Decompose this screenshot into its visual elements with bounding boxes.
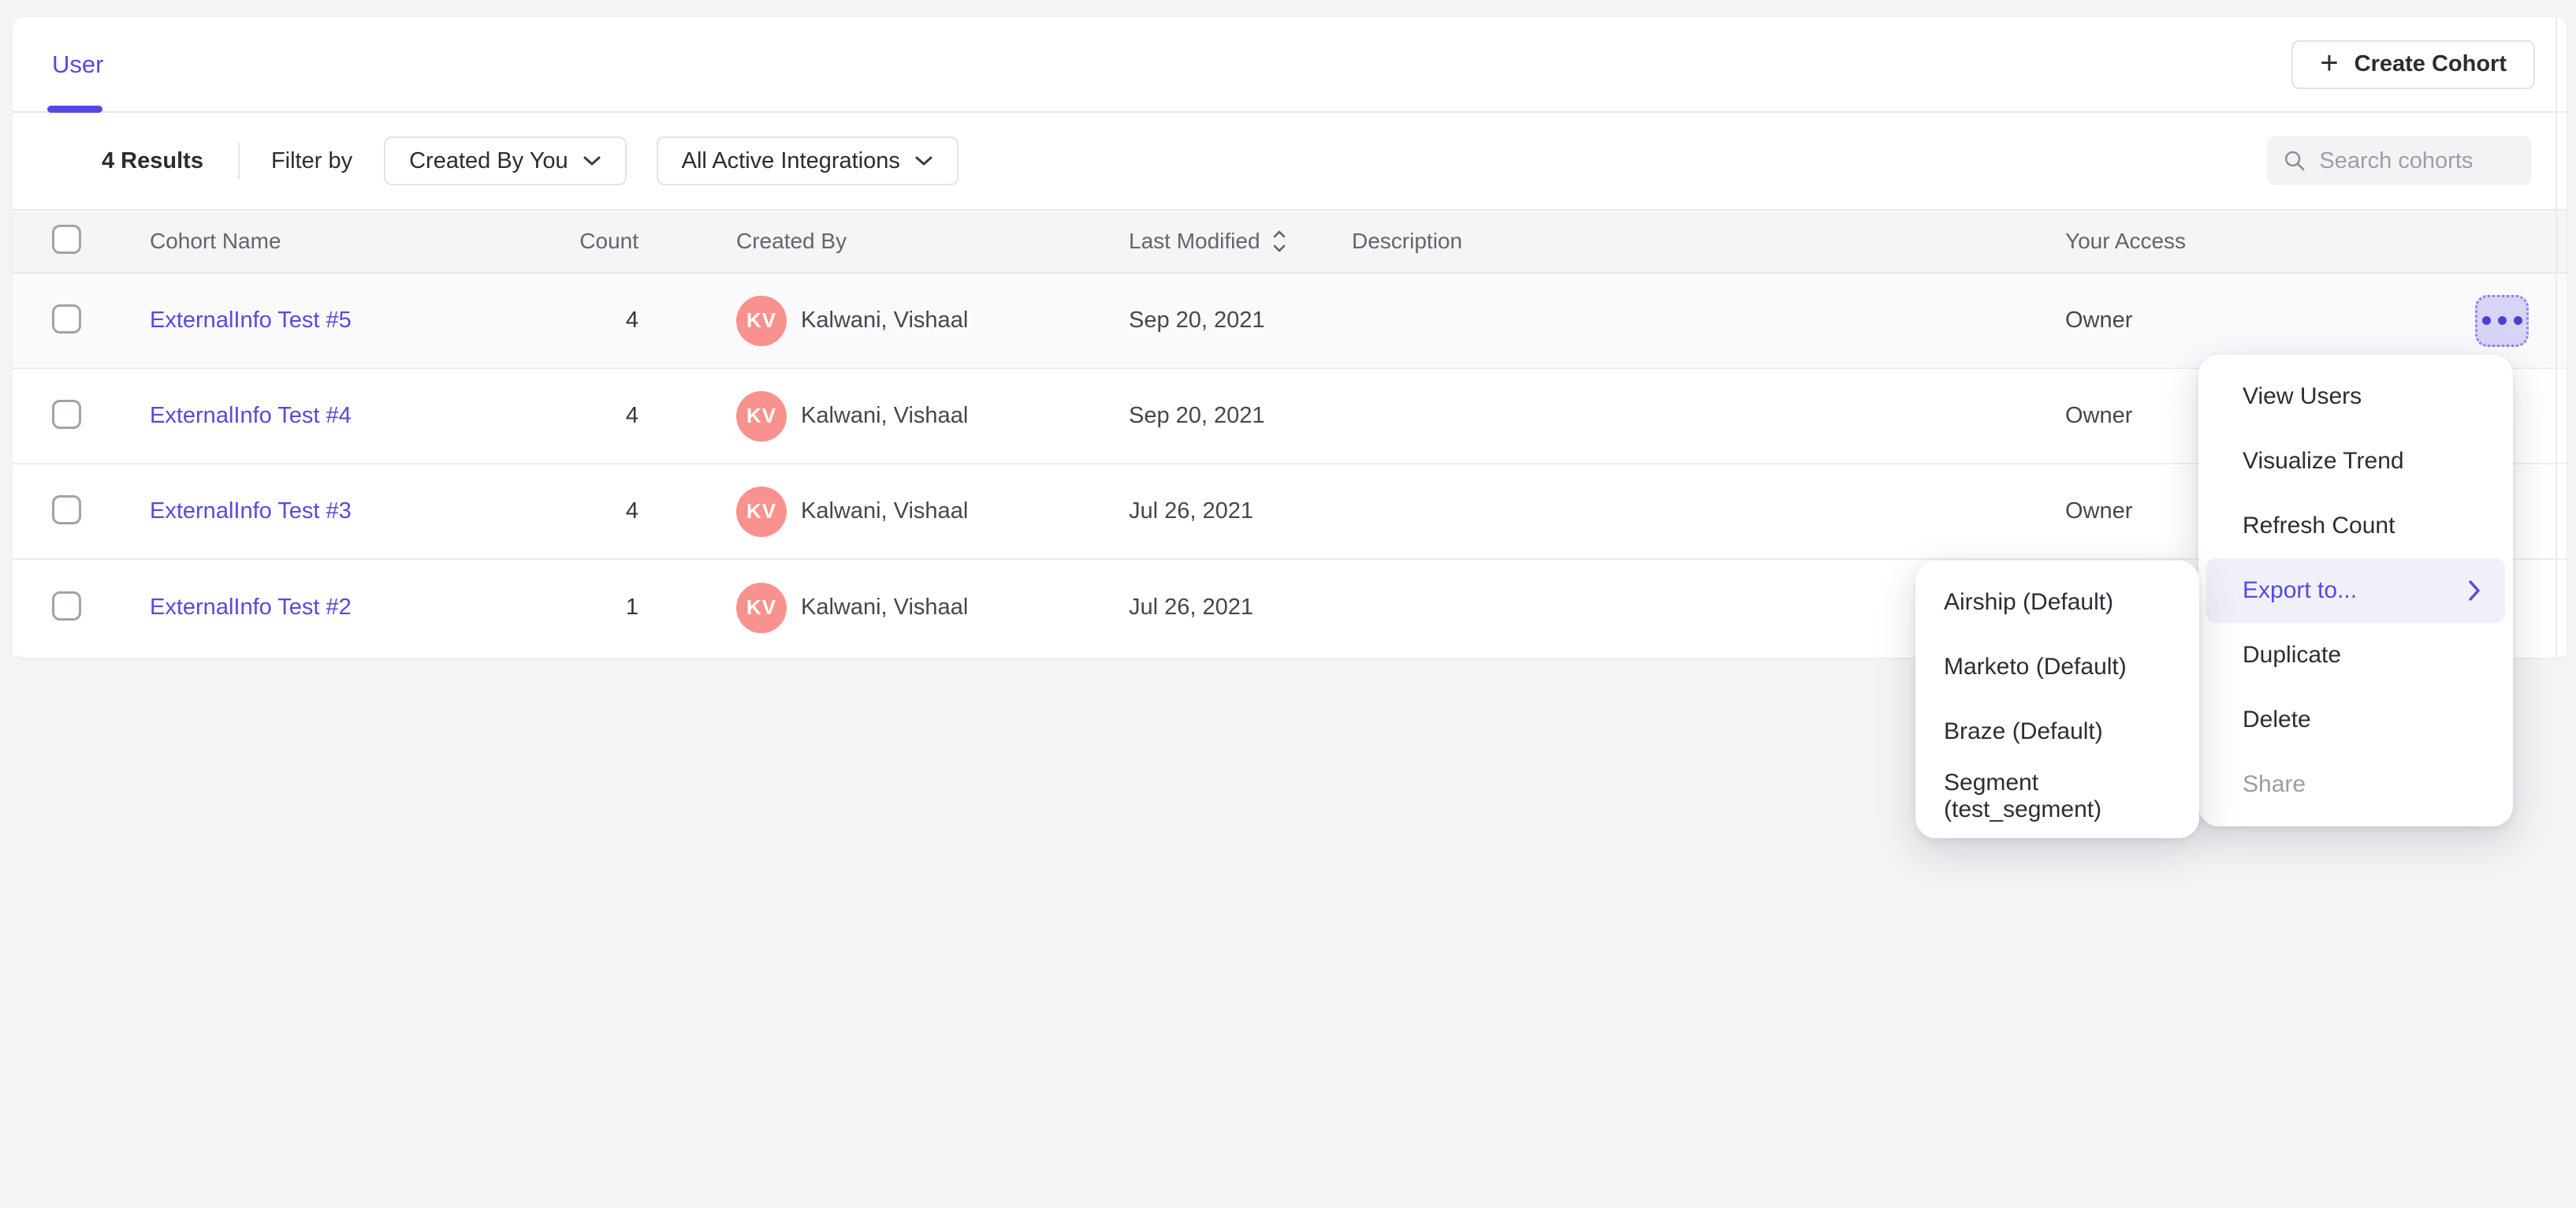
table-row: ExternalInfo Test #4 4 KV Kalwani, Visha… bbox=[13, 369, 2567, 464]
toolbar-divider bbox=[238, 143, 240, 179]
menu-item-refresh-count[interactable]: Refresh Count bbox=[2198, 494, 2513, 558]
filter-toolbar: 4 Results Filter by Created By You All A… bbox=[13, 113, 2567, 209]
column-header-description: Description bbox=[1352, 229, 2065, 254]
created-by-name: Kalwani, Vishaal bbox=[801, 403, 968, 429]
select-all-checkbox[interactable] bbox=[52, 225, 81, 254]
last-modified-date: Sep 20, 2021 bbox=[1129, 403, 1352, 429]
tab-bar: User + Create Cohort bbox=[13, 17, 2567, 113]
row-checkbox[interactable] bbox=[52, 495, 81, 524]
filter-by-label: Filter by bbox=[271, 148, 352, 174]
menu-item-view-users[interactable]: View Users bbox=[2198, 364, 2513, 429]
table-row: ExternalInfo Test #3 4 KV Kalwani, Visha… bbox=[13, 464, 2567, 560]
cohort-name-link[interactable]: ExternalInfo Test #2 bbox=[150, 595, 352, 620]
column-header-created-by: Created By bbox=[736, 229, 1129, 254]
access-level: Owner bbox=[2065, 308, 2466, 334]
submenu-item-airship[interactable]: Airship (Default) bbox=[1915, 570, 2199, 635]
column-header-your-access: Your Access bbox=[2065, 229, 2466, 254]
menu-item-share: Share bbox=[2198, 752, 2513, 817]
integrations-filter-label: All Active Integrations bbox=[682, 148, 900, 174]
column-header-cohort-name: Cohort Name bbox=[150, 229, 579, 254]
row-context-menu: View Users Visualize Trend Refresh Count… bbox=[2198, 355, 2513, 826]
cohort-count: 4 bbox=[579, 308, 736, 334]
integrations-filter-dropdown[interactable]: All Active Integrations bbox=[657, 136, 959, 185]
create-cohort-label: Create Cohort bbox=[2355, 51, 2507, 77]
cohort-name-link[interactable]: ExternalInfo Test #3 bbox=[150, 498, 352, 524]
tab-user-label: User bbox=[52, 50, 103, 79]
created-by-filter-dropdown[interactable]: Created By You bbox=[384, 136, 627, 185]
export-to-label: Export to... bbox=[2243, 577, 2357, 604]
created-by-name: Kalwani, Vishaal bbox=[801, 595, 968, 621]
chevron-right-icon bbox=[2467, 579, 2481, 602]
search-box[interactable] bbox=[2267, 136, 2532, 185]
submenu-item-marketo[interactable]: Marketo (Default) bbox=[1915, 635, 2199, 699]
created-by-name: Kalwani, Vishaal bbox=[801, 498, 968, 524]
chevron-down-icon bbox=[914, 155, 933, 167]
tab-active-underline bbox=[47, 106, 102, 113]
last-modified-date: Jul 26, 2021 bbox=[1129, 595, 1352, 621]
plus-icon: + bbox=[2320, 47, 2338, 79]
cohorts-page: User + Create Cohort 4 Results Filter by… bbox=[0, 0, 2576, 1208]
search-input[interactable] bbox=[2319, 148, 2516, 174]
row-checkbox[interactable] bbox=[52, 591, 81, 621]
menu-item-delete[interactable]: Delete bbox=[2198, 688, 2513, 752]
column-header-count: Count bbox=[579, 229, 736, 254]
submenu-item-braze[interactable]: Braze (Default) bbox=[1915, 699, 2199, 764]
create-cohort-button[interactable]: + Create Cohort bbox=[2291, 40, 2535, 89]
row-checkbox[interactable] bbox=[52, 400, 81, 429]
cohort-name-link[interactable]: ExternalInfo Test #5 bbox=[150, 308, 352, 333]
created-by-name: Kalwani, Vishaal bbox=[801, 308, 968, 334]
table-header: Cohort Name Count Created By Last Modifi… bbox=[13, 209, 2567, 274]
results-count: 4 Results bbox=[102, 148, 203, 174]
avatar: KV bbox=[736, 391, 787, 442]
cohort-count: 4 bbox=[579, 403, 736, 429]
tab-user[interactable]: User bbox=[52, 17, 103, 111]
last-modified-date: Sep 20, 2021 bbox=[1129, 308, 1352, 334]
avatar: KV bbox=[736, 296, 787, 346]
created-by-filter-label: Created By You bbox=[409, 148, 568, 174]
export-submenu: Airship (Default) Marketo (Default) Braz… bbox=[1915, 561, 2199, 838]
last-modified-date: Jul 26, 2021 bbox=[1129, 498, 1352, 524]
menu-item-visualize-trend[interactable]: Visualize Trend bbox=[2198, 429, 2513, 494]
avatar: KV bbox=[736, 487, 787, 537]
sort-icon bbox=[1271, 228, 1287, 255]
search-icon bbox=[2283, 147, 2306, 175]
row-actions-button[interactable] bbox=[2475, 295, 2529, 347]
table-row: ExternalInfo Test #5 4 KV Kalwani, Visha… bbox=[13, 274, 2567, 369]
row-checkbox[interactable] bbox=[52, 304, 81, 334]
menu-item-export-to[interactable]: Export to... bbox=[2206, 558, 2505, 623]
cohort-name-link[interactable]: ExternalInfo Test #4 bbox=[150, 403, 352, 428]
cohort-count: 4 bbox=[579, 498, 736, 524]
column-header-last-modified[interactable]: Last Modified bbox=[1129, 228, 1352, 255]
cohort-count: 1 bbox=[579, 595, 736, 621]
avatar: KV bbox=[736, 583, 787, 633]
menu-item-duplicate[interactable]: Duplicate bbox=[2198, 623, 2513, 688]
ellipsis-icon bbox=[2482, 316, 2491, 325]
chevron-down-icon bbox=[583, 155, 601, 167]
submenu-item-segment[interactable]: Segment (test_segment) bbox=[1915, 764, 2199, 829]
